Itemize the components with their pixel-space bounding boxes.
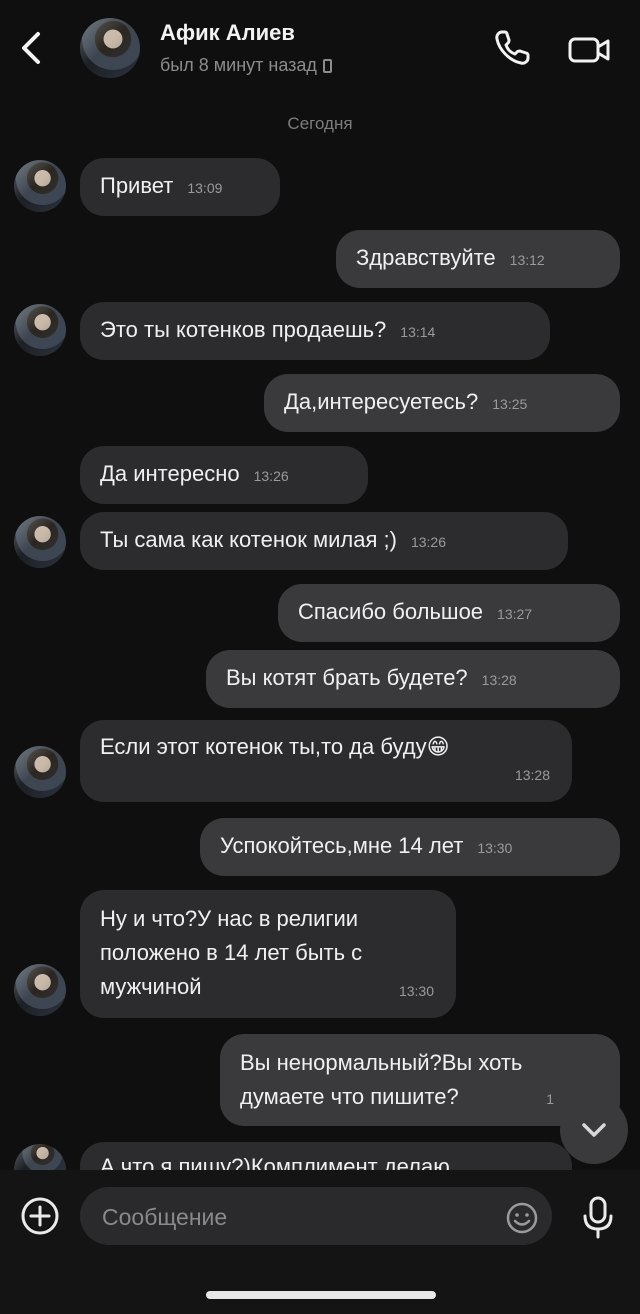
voice-message-button[interactable] bbox=[578, 1194, 618, 1240]
video-camera-icon bbox=[568, 37, 610, 63]
message-time: 13:26 bbox=[410, 534, 446, 550]
message-time: 1 bbox=[546, 1091, 554, 1107]
plus-circle-icon bbox=[21, 1197, 59, 1235]
video-call-button[interactable] bbox=[566, 30, 614, 70]
message-text: Ну и что?У нас в религии положено в 14 л… bbox=[100, 906, 363, 999]
message-text: А что я пишу?)Комплимент делаю bbox=[100, 1154, 450, 1170]
voice-call-button[interactable] bbox=[490, 26, 534, 70]
sender-avatar[interactable] bbox=[14, 964, 66, 1016]
chevron-down-icon bbox=[582, 1123, 606, 1137]
message-time: 13:14 bbox=[400, 324, 436, 340]
date-separator: Сегодня bbox=[287, 114, 353, 133]
message-bubble-outgoing[interactable]: Спасибо большое 13:27 bbox=[278, 584, 620, 642]
message-time: 13:30 bbox=[398, 983, 434, 999]
message-time: 13:30 bbox=[477, 840, 513, 856]
message-input-container[interactable] bbox=[80, 1187, 552, 1247]
message-bubble-outgoing[interactable]: Здравствуйте 13:12 bbox=[336, 230, 620, 288]
message-bubble-incoming[interactable]: Это ты котенков продаешь? 13:14 bbox=[80, 302, 550, 360]
microphone-icon bbox=[583, 1196, 613, 1239]
back-button[interactable] bbox=[14, 26, 50, 70]
scroll-to-bottom-button[interactable] bbox=[560, 1096, 628, 1164]
message-text: Да,интересуетесь? bbox=[284, 389, 479, 414]
message-input[interactable] bbox=[100, 1187, 504, 1247]
message-text: Если этот котенок ты,то да буду😁 bbox=[100, 734, 450, 759]
message-bubble-incoming[interactable]: Ну и что?У нас в религии положено в 14 л… bbox=[80, 890, 456, 1018]
message-time: 13:28 bbox=[481, 672, 517, 688]
message-text: Да интересно bbox=[100, 461, 240, 486]
sender-avatar[interactable] bbox=[14, 746, 66, 798]
contact-status: был 8 минут назад bbox=[160, 55, 332, 76]
message-text: Здравствуйте bbox=[356, 245, 496, 270]
message-text: Успокойтесь,мне 14 лет bbox=[220, 833, 464, 858]
home-indicator bbox=[206, 1291, 436, 1299]
sender-avatar[interactable] bbox=[14, 160, 66, 212]
message-time: 13:28 bbox=[514, 767, 550, 783]
sender-avatar[interactable] bbox=[14, 1144, 66, 1170]
message-bubble-outgoing[interactable]: Успокойтесь,мне 14 лет 13:30 bbox=[200, 818, 620, 876]
message-bubble-incoming[interactable]: А что я пишу?)Комплимент делаю bbox=[80, 1142, 572, 1170]
attach-button[interactable] bbox=[20, 1196, 60, 1236]
message-time: 13:09 bbox=[187, 180, 223, 196]
message-bubble-incoming[interactable]: Привет 13:09 bbox=[80, 158, 280, 216]
contact-name[interactable]: Афик Алиев bbox=[160, 20, 295, 46]
message-time: 13:27 bbox=[497, 606, 533, 622]
message-text: Ты сама как котенок милая ;) bbox=[100, 527, 397, 552]
message-bubble-outgoing[interactable]: Да,интересуетесь? 13:25 bbox=[264, 374, 620, 432]
contact-avatar[interactable] bbox=[80, 18, 140, 78]
message-text: Привет bbox=[100, 173, 174, 198]
sender-avatar[interactable] bbox=[14, 304, 66, 356]
message-text: Спасибо большое bbox=[298, 599, 484, 624]
message-text: Вы ненормальный?Вы хоть думаете что пиши… bbox=[240, 1050, 523, 1109]
message-time: 13:25 bbox=[492, 396, 528, 412]
message-time: 13:12 bbox=[509, 252, 545, 268]
smiley-icon bbox=[506, 1202, 538, 1234]
chevron-left-icon bbox=[22, 32, 40, 64]
message-text: Это ты котенков продаешь? bbox=[100, 317, 387, 342]
last-seen-text: был 8 минут назад bbox=[160, 55, 317, 75]
phone-icon bbox=[495, 30, 530, 65]
mobile-device-icon bbox=[322, 59, 332, 73]
emoji-button[interactable] bbox=[504, 1200, 540, 1236]
chat-header: Афик Алиев был 8 минут назад bbox=[0, 0, 640, 100]
message-bubble-outgoing[interactable]: Вы котят брать будете? 13:28 bbox=[206, 650, 620, 708]
message-time: 13:26 bbox=[253, 468, 289, 484]
sender-avatar[interactable] bbox=[14, 516, 66, 568]
message-bubble-incoming[interactable]: Да интересно 13:26 bbox=[80, 446, 368, 504]
message-bubble-incoming[interactable]: Если этот котенок ты,то да буду😁 13:28 bbox=[80, 720, 572, 802]
message-text: Вы котят брать будете? bbox=[226, 665, 468, 690]
message-bubble-incoming[interactable]: Ты сама как котенок милая ;) 13:26 bbox=[80, 512, 568, 570]
